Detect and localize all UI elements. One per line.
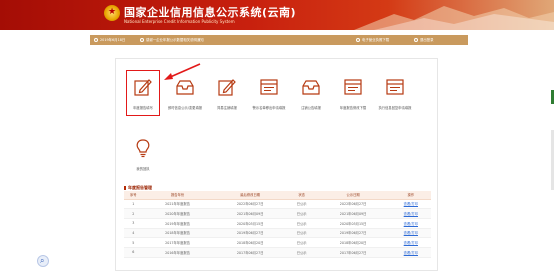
cell-year: 2018年年度报告 [142,228,213,239]
table-row: 6 2016年年度报告 2017年06月27日 已公示 2017年06月27日 … [124,247,431,258]
cell-published: 2018年06月20日 [315,237,391,248]
view-print-link[interactable]: 查看/打印 [404,212,418,216]
logout-icon [414,38,418,42]
logout-link[interactable]: 退出登录 [420,35,434,45]
cell-status: 已公示 [287,199,316,210]
cell-published: 2019年06月27日 [315,228,391,239]
view-print-link[interactable]: 查看/打印 [404,241,418,245]
view-print-link[interactable]: 查看/打印 [404,222,418,226]
edit-document-icon [217,77,237,97]
cell-no: 6 [124,247,143,258]
cell-published: 2022年06月27日 [315,199,391,210]
site-title: 国家企业信用信息公示系统(云南) [124,6,297,19]
cell-no: 2 [124,208,143,219]
cell-action: 查看/打印 [390,237,431,248]
table-row: 2 2020年年度报告 2021年06月09日 已公示 2021年06月09日 … [124,208,431,219]
cell-published: 2017年06月27日 [315,247,391,258]
search-float-button[interactable]: ⌕ [37,255,49,267]
header-banner: ★ 国家企业信用信息公示系统(云南) National Enterprise C… [0,0,554,30]
table-row: 5 2017年年度报告 2018年06月20日 已公示 2018年06月20日 … [124,237,431,248]
func-my-receipt[interactable]: 我的回执 [123,138,163,171]
cell-modified: 2018年06月20日 [212,237,288,248]
cell-action: 查看/打印 [390,247,431,258]
cell-status: 已公示 [287,208,316,219]
cell-year: 2021年年度报告 [142,199,213,210]
clock-icon [94,38,98,42]
func-label: 注销公告填报 [301,106,321,110]
cell-status: 已公示 [287,237,316,248]
col-header: 公示日期 [315,191,391,200]
cell-no: 3 [124,218,143,229]
cell-action: 查看/打印 [390,228,431,239]
func-cancel-notice[interactable]: 注销公告填报 [291,77,331,110]
col-header: 操作 [390,191,431,200]
func-label: 简易注销填报 [217,106,237,110]
func-execution-reply[interactable]: 执行信息回复申请填报 [375,77,415,110]
license-download-link[interactable]: 电子营业执照下载 [362,35,389,45]
table-row: 1 2021年年度报告 2022年06月27日 已公示 2022年06月27日 … [124,199,431,210]
cell-modified: 2017年06月27日 [212,247,288,258]
site-subtitle: National Enterprise Credit Information P… [124,19,235,24]
cell-status: 已公示 [287,228,316,239]
cell-status: 已公示 [287,218,316,229]
func-report-download[interactable]: 年度报告修改下载 [333,77,373,110]
info-bar: 2019年6月18日 感谢一企业年报公示数据相关说明通知 电子营业执照下载 退出… [90,35,468,45]
col-header: 报告年份 [142,191,213,200]
func-label: 警示名单移出申请填报 [252,106,286,110]
pointer-arrow-icon [164,63,201,80]
cell-modified: 2019年06月27日 [212,228,288,239]
cell-modified: 2021年06月09日 [212,208,288,219]
col-header: 最后修改日期 [212,191,288,200]
cell-published: 2021年06月09日 [315,208,391,219]
national-emblem-icon: ★ [104,5,120,21]
lightbulb-icon [133,138,153,158]
func-label: 执行信息回复申请填报 [378,106,412,110]
cell-no: 4 [124,228,143,239]
cell-action: 查看/打印 [390,199,431,210]
cell-status: 已公示 [287,247,316,258]
col-header: 状态 [287,191,316,200]
inbox-icon [301,77,321,97]
mountain-illustration [354,6,554,30]
view-print-link[interactable]: 查看/打印 [404,251,418,255]
view-print-link[interactable]: 查看/打印 [404,231,418,235]
func-warning-removal[interactable]: 警示名单移出申请填报 [249,77,289,110]
cell-no: 1 [124,199,143,210]
notice-icon [140,38,144,42]
func-simple-cancel[interactable]: 简易注销填报 [207,77,247,110]
cell-published: 2020年05月15日 [315,218,391,229]
magnifier-icon: ⌕ [40,256,45,265]
list-icon [385,77,405,97]
highlight-box [126,70,160,116]
cell-modified: 2020年05月15日 [212,218,288,229]
table-header-row: 序号 报告年份 最后修改日期 状态 公示日期 操作 [124,191,431,200]
cell-action: 查看/打印 [390,218,431,229]
cell-action: 查看/打印 [390,208,431,219]
list-icon [343,77,363,97]
annual-report-table: 序号 报告年份 最后修改日期 状态 公示日期 操作 1 2021年年度报告 20… [124,191,431,258]
func-label: 即时信息公示/变更填报 [167,106,203,110]
notice-link[interactable]: 感谢一企业年报公示数据相关说明通知 [146,35,204,45]
table-row: 3 2019年年度报告 2020年05月15日 已公示 2020年05月15日 … [124,218,431,229]
cell-year: 2019年年度报告 [142,218,213,229]
list-icon [259,77,279,97]
view-print-link[interactable]: 查看/打印 [404,202,418,206]
current-date: 2019年6月18日 [100,38,126,42]
cell-modified: 2022年06月27日 [212,199,288,210]
func-label: 我的回执 [136,167,150,171]
cell-year: 2017年年度报告 [142,237,213,248]
cell-year: 2020年年度报告 [142,208,213,219]
cell-year: 2016年年度报告 [142,247,213,258]
table-row: 4 2018年年度报告 2019年06月27日 已公示 2019年06月27日 … [124,228,431,239]
download-icon [356,38,360,42]
col-header: 序号 [124,191,143,200]
cell-no: 5 [124,237,143,248]
func-label: 年度报告修改下载 [339,106,367,110]
